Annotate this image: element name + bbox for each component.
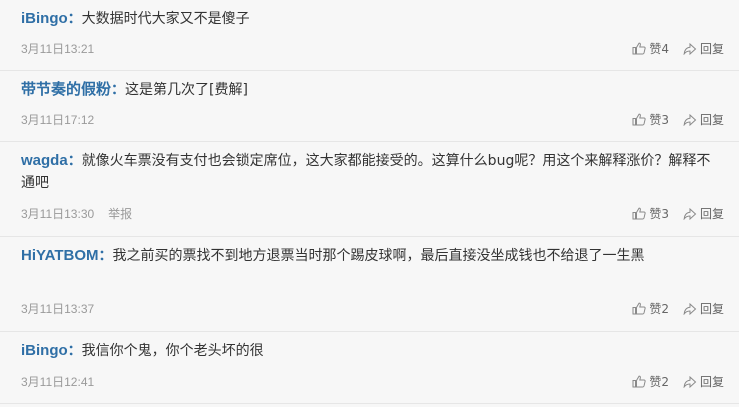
thumbs-up-icon: [632, 375, 646, 388]
comment-text: 我信你个鬼，你个老头坏的很: [81, 343, 264, 359]
comment-colon: ：: [67, 11, 82, 27]
comment-text: 我之前买的票找不到地方退票当时那个踢皮球啊，最后直接没坐成钱也不给退了一生黑: [112, 248, 645, 264]
like-button[interactable]: 赞3: [632, 205, 669, 222]
reply-button[interactable]: 回复: [683, 205, 724, 222]
like-button[interactable]: 赞4: [632, 40, 669, 57]
comment-actions: 赞2 回复: [632, 300, 724, 317]
comment-colon: ：: [98, 248, 113, 264]
comment-text: 大数据时代大家又不是傻子: [81, 11, 250, 27]
reply-arrow-icon: [683, 113, 697, 126]
reply-arrow-icon: [683, 302, 697, 315]
comment-username[interactable]: HiYATBOM: [21, 247, 99, 264]
comment-colon: ：: [67, 153, 82, 169]
comment-actions: 赞3 回复: [632, 205, 724, 222]
comment-meta: 3月11日13:21: [21, 40, 94, 57]
reply-arrow-icon: [683, 42, 697, 55]
comment-body: iBingo：大数据时代大家又不是傻子: [21, 8, 721, 30]
reply-label: 回复: [699, 207, 724, 221]
comment-body: 带节奏的假粉：这是第几次了[费解]: [21, 79, 721, 101]
comment-colon: ：: [111, 82, 126, 98]
comment-timestamp: 3月11日17:12: [21, 113, 95, 127]
reply-label: 回复: [699, 302, 724, 316]
like-button[interactable]: 赞2: [632, 300, 669, 317]
comment-meta: 3月11日12:41: [21, 373, 94, 390]
comment-text: 就像火车票没有支付也会锁定席位，这大家都能接受的。这算什么bug呢？用这个来解释…: [21, 153, 711, 191]
comment-username[interactable]: iBingo: [21, 10, 68, 27]
reply-arrow-icon: [683, 375, 697, 388]
comment-list: iBingo：大数据时代大家又不是傻子 3月11日13:21 赞4 回复 带节奏…: [0, 0, 739, 404]
comment-colon: ：: [67, 343, 82, 359]
thumbs-up-icon: [632, 42, 646, 55]
like-count: 赞2: [649, 375, 669, 389]
comment-item: HiYATBOM：我之前买的票找不到地方退票当时那个踢皮球啊，最后直接没坐成钱也…: [0, 237, 739, 332]
comment-body: iBingo：我信你个鬼，你个老头坏的很: [21, 340, 721, 362]
comment-item: wagda：就像火车票没有支付也会锁定席位，这大家都能接受的。这算什么bug呢？…: [0, 142, 739, 237]
reply-label: 回复: [699, 375, 724, 389]
report-link[interactable]: 举报: [108, 207, 132, 221]
comment-item: iBingo：大数据时代大家又不是傻子 3月11日13:21 赞4 回复: [0, 0, 739, 71]
comment-body: HiYATBOM：我之前买的票找不到地方退票当时那个踢皮球啊，最后直接没坐成钱也…: [21, 245, 721, 267]
comment-body: wagda：就像火车票没有支付也会锁定席位，这大家都能接受的。这算什么bug呢？…: [21, 150, 721, 194]
reply-label: 回复: [699, 113, 724, 127]
comment-meta: 3月11日13:30 举报: [21, 205, 132, 222]
like-count: 赞2: [649, 302, 669, 316]
thumbs-up-icon: [632, 302, 646, 315]
thumbs-up-icon: [632, 113, 646, 126]
like-button[interactable]: 赞2: [632, 373, 669, 390]
comment-text: 这是第几次了[费解]: [125, 82, 248, 98]
like-button[interactable]: 赞3: [632, 111, 669, 128]
comment-meta: 3月11日13:37: [21, 300, 94, 317]
reply-button[interactable]: 回复: [683, 40, 724, 57]
comment-timestamp: 3月11日13:21: [21, 42, 95, 56]
comment-item: iBingo：我信你个鬼，你个老头坏的很 3月11日12:41 赞2 回复: [0, 332, 739, 404]
comment-username[interactable]: 带节奏的假粉: [21, 81, 111, 98]
comment-item: 带节奏的假粉：这是第几次了[费解] 3月11日17:12 赞3 回复: [0, 71, 739, 142]
thumbs-up-icon: [632, 207, 646, 220]
like-count: 赞3: [649, 113, 669, 127]
like-count: 赞4: [649, 42, 669, 56]
comment-username[interactable]: iBingo: [21, 342, 68, 359]
comment-actions: 赞4 回复: [632, 40, 724, 57]
reply-arrow-icon: [683, 207, 697, 220]
reply-label: 回复: [699, 42, 724, 56]
comment-username[interactable]: wagda: [21, 152, 68, 169]
reply-button[interactable]: 回复: [683, 111, 724, 128]
comment-timestamp: 3月11日13:37: [21, 302, 95, 316]
comment-timestamp: 3月11日12:41: [21, 375, 95, 389]
comment-actions: 赞3 回复: [632, 111, 724, 128]
like-count: 赞3: [649, 207, 669, 221]
comment-actions: 赞2 回复: [632, 373, 724, 390]
reply-button[interactable]: 回复: [683, 373, 724, 390]
reply-button[interactable]: 回复: [683, 300, 724, 317]
comment-meta: 3月11日17:12: [21, 111, 94, 128]
comment-timestamp: 3月11日13:30: [21, 207, 95, 221]
